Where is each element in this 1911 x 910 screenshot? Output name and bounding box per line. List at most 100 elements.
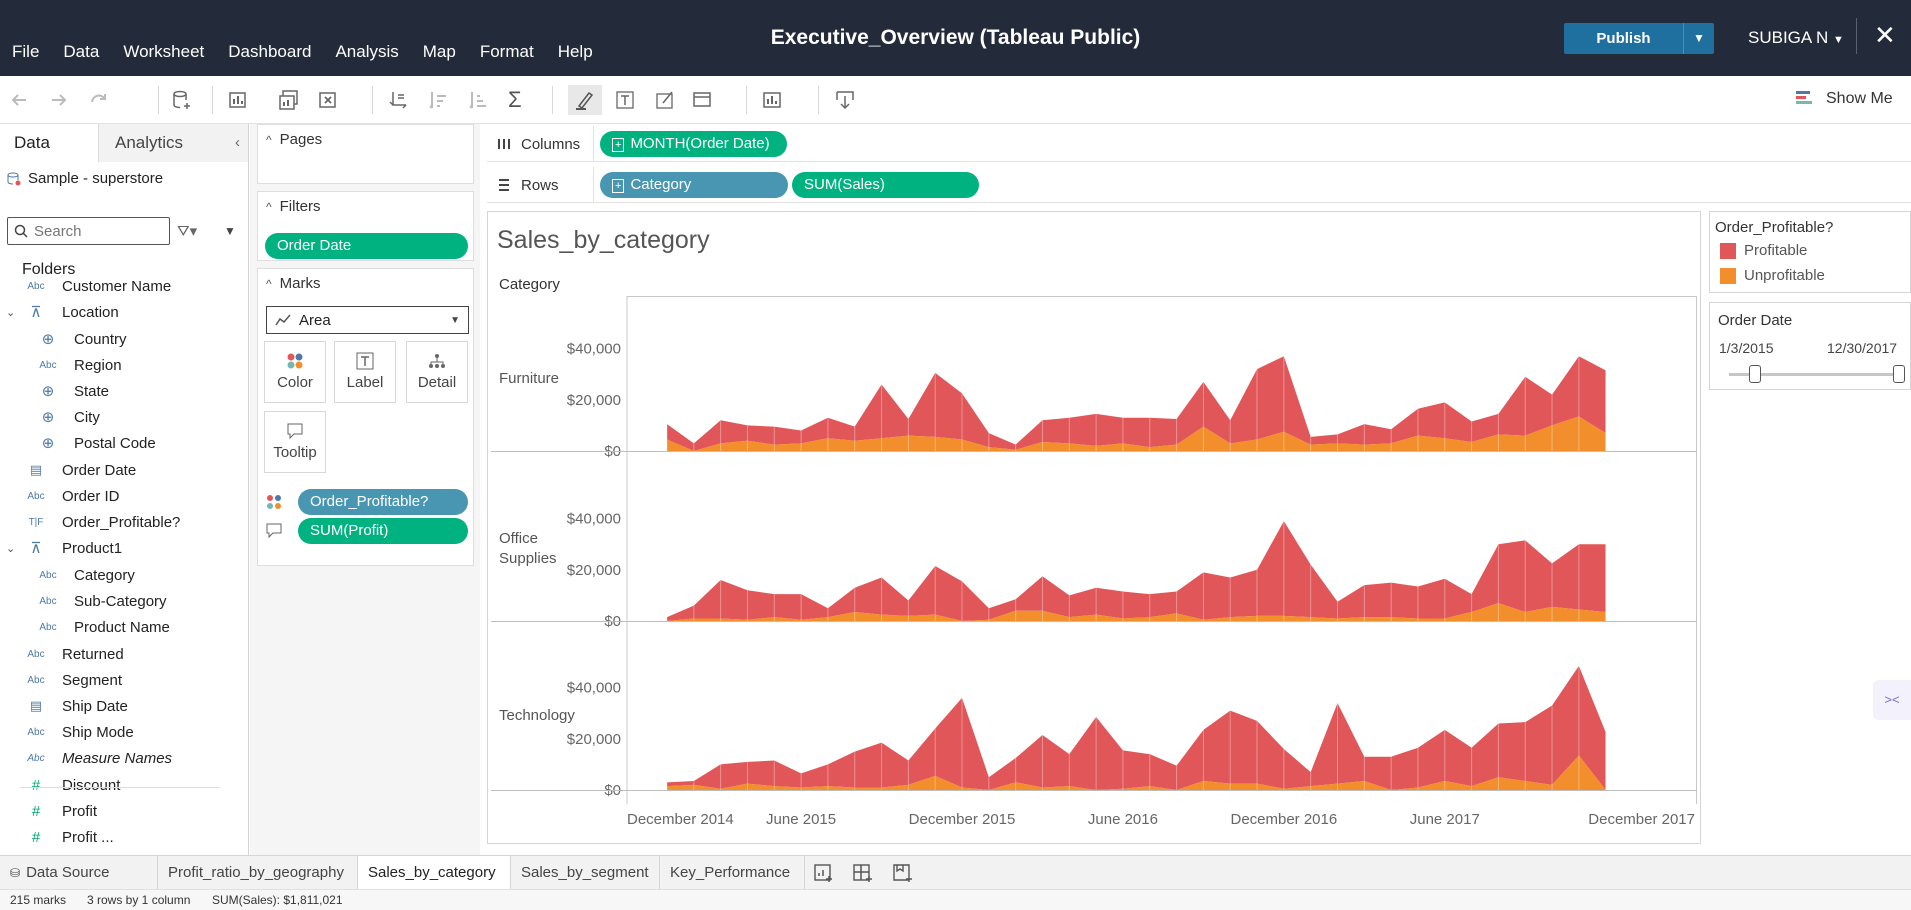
pane-menu-icon[interactable]: ▼ [224, 224, 236, 238]
filters-card[interactable]: ^ Filters Order Date [257, 191, 474, 261]
fit-view-icon[interactable] [692, 89, 714, 111]
new-worksheet-tab-icon[interactable] [813, 862, 835, 884]
publish-label[interactable]: Publish [1564, 23, 1683, 54]
filter-min-date[interactable]: 1/3/2015 [1719, 340, 1774, 356]
search-box[interactable] [7, 217, 170, 245]
text-box-icon[interactable] [614, 89, 636, 111]
field-returned[interactable]: Abc Returned [24, 642, 123, 666]
collapse-icon[interactable]: ^ [266, 200, 272, 214]
field-label[interactable]: Product1 [62, 540, 122, 557]
redo-icon[interactable] [48, 89, 70, 111]
field-label[interactable]: Postal Code [74, 435, 156, 452]
label-button[interactable]: Label [334, 341, 396, 403]
collapse-icon[interactable]: ^ [266, 133, 272, 147]
legend-label[interactable]: Profitable [1744, 242, 1807, 259]
field-label[interactable]: Category [74, 567, 135, 584]
field-discount[interactable]: # Discount [24, 773, 121, 797]
totals-icon[interactable]: Σ [508, 89, 530, 111]
sort-ascending-icon[interactable] [428, 89, 450, 111]
field-label[interactable]: Customer Name [62, 278, 171, 295]
field-label[interactable]: Discount [62, 777, 120, 794]
field-profit[interactable]: # Profit [24, 799, 97, 823]
pages-header[interactable]: ^ Pages [266, 131, 322, 148]
field-label[interactable]: Segment [62, 672, 122, 689]
field-label[interactable]: Order_Profitable? [62, 514, 180, 531]
field-label[interactable]: Country [74, 331, 127, 348]
filter-pill-order-date[interactable]: Order Date [265, 233, 468, 259]
collapse-icon[interactable]: ^ [266, 277, 272, 291]
menu-data[interactable]: Data [63, 42, 99, 62]
chevron-down-icon[interactable]: ⌄ [6, 306, 15, 319]
format-icon[interactable] [654, 89, 676, 111]
tab-sales-by-category[interactable]: Sales_by_category [358, 856, 511, 889]
undo-icon[interactable] [8, 89, 30, 111]
menu-dashboard[interactable]: Dashboard [228, 42, 311, 62]
replay-icon[interactable] [88, 89, 110, 111]
menu-analysis[interactable]: Analysis [335, 42, 398, 62]
color-button[interactable]: Color [264, 341, 326, 403]
field-label[interactable]: Sub-Category [74, 593, 167, 610]
filter-max-date[interactable]: 12/30/2017 [1827, 340, 1897, 356]
publish-button[interactable]: Publish ▼ [1564, 23, 1714, 54]
field-order-date[interactable]: ▤ Order Date [24, 458, 136, 482]
new-dashboard-tab-icon[interactable] [852, 862, 874, 884]
field-city[interactable]: ⊕ City [36, 405, 100, 429]
tab-data-source[interactable]: ⛁ Data Source [0, 856, 158, 889]
field-label[interactable]: Ship Date [62, 698, 128, 715]
collapse-pane-icon[interactable]: ‹ [235, 134, 240, 151]
area-chart[interactable]: $40,000$20,000$0$40,000$20,000$0$40,000$… [491, 296, 1699, 842]
detail-label[interactable]: Detail [407, 374, 467, 391]
new-worksheet-icon[interactable] [228, 89, 250, 111]
menu-map[interactable]: Map [423, 42, 456, 62]
rows-pill-label[interactable]: Category [630, 176, 691, 193]
swap-rows-columns-icon[interactable] [388, 89, 410, 111]
field-label[interactable]: State [74, 383, 109, 400]
filter-min-handle[interactable] [1748, 365, 1761, 383]
download-icon[interactable] [834, 89, 856, 111]
collapse-side-panel-icon[interactable]: >< [1873, 680, 1911, 720]
field-country[interactable]: ⊕ Country [36, 327, 127, 351]
tooltip-pill[interactable]: SUM(Profit) [298, 518, 468, 544]
close-icon[interactable]: ✕ [1874, 20, 1896, 51]
new-datasource-icon[interactable] [170, 89, 192, 111]
field-measure-names[interactable]: Abc Measure Names [24, 746, 172, 770]
field-customer-name[interactable]: Abc Customer Name [24, 274, 171, 298]
filter-max-handle[interactable] [1893, 365, 1905, 383]
mark-type-select[interactable]: Area ▼ [266, 306, 469, 334]
rows-shelf[interactable]: Rows + Category SUM(Sales) [487, 167, 1911, 203]
tab-key-performance[interactable]: Key_Performance [660, 856, 805, 889]
menu-file[interactable]: File [12, 42, 39, 62]
field-postal-code[interactable]: ⊕ Postal Code [36, 431, 156, 455]
menu-worksheet[interactable]: Worksheet [123, 42, 204, 62]
datasource-item[interactable]: Sample - superstore [6, 170, 163, 187]
clear-sheet-icon[interactable] [318, 89, 340, 111]
rows-pill-category[interactable]: + Category [600, 172, 788, 198]
detail-button[interactable]: Detail [406, 341, 468, 403]
tab-sales-by-segment[interactable]: Sales_by_segment [511, 856, 660, 889]
tab-profit-ratio-by-geography[interactable]: Profit_ratio_by_geography [158, 856, 358, 889]
sort-descending-icon[interactable] [468, 89, 490, 111]
field-label[interactable]: Measure Names [62, 750, 172, 767]
field-label[interactable]: Order ID [62, 488, 120, 505]
color-label[interactable]: Color [265, 374, 325, 391]
field-order-id[interactable]: Abc Order ID [24, 484, 120, 508]
columns-pill-month-order-date[interactable]: + MONTH(Order Date) [600, 131, 787, 157]
color-pill[interactable]: Order_Profitable? [298, 489, 468, 515]
field-product1[interactable]: ⌄ ⊼ Product1 [6, 536, 122, 560]
field-state[interactable]: ⊕ State [36, 379, 109, 403]
show-me-label[interactable]: Show Me [1826, 90, 1893, 108]
field-region[interactable]: Abc Region [36, 353, 121, 377]
field-label[interactable]: Location [62, 304, 119, 321]
publish-dropdown-icon[interactable]: ▼ [1683, 23, 1714, 54]
show-me-button[interactable]: Show Me [1796, 90, 1893, 108]
field-label[interactable]: Order Date [62, 462, 136, 479]
field-category[interactable]: Abc Category [36, 563, 135, 587]
user-name[interactable]: SUBIGA N [1748, 28, 1828, 47]
marks-header[interactable]: ^ Marks [266, 275, 320, 292]
field-label[interactable]: Profit ... [62, 829, 114, 846]
legend-label[interactable]: Unprofitable [1744, 267, 1825, 284]
tooltip-button[interactable]: Tooltip [264, 411, 326, 473]
filter-fields-icon[interactable]: ⛛▾ [177, 222, 197, 240]
legend-item-unprofitable[interactable]: Unprofitable [1720, 267, 1825, 284]
field-profit[interactable]: # Profit ... [24, 825, 114, 849]
